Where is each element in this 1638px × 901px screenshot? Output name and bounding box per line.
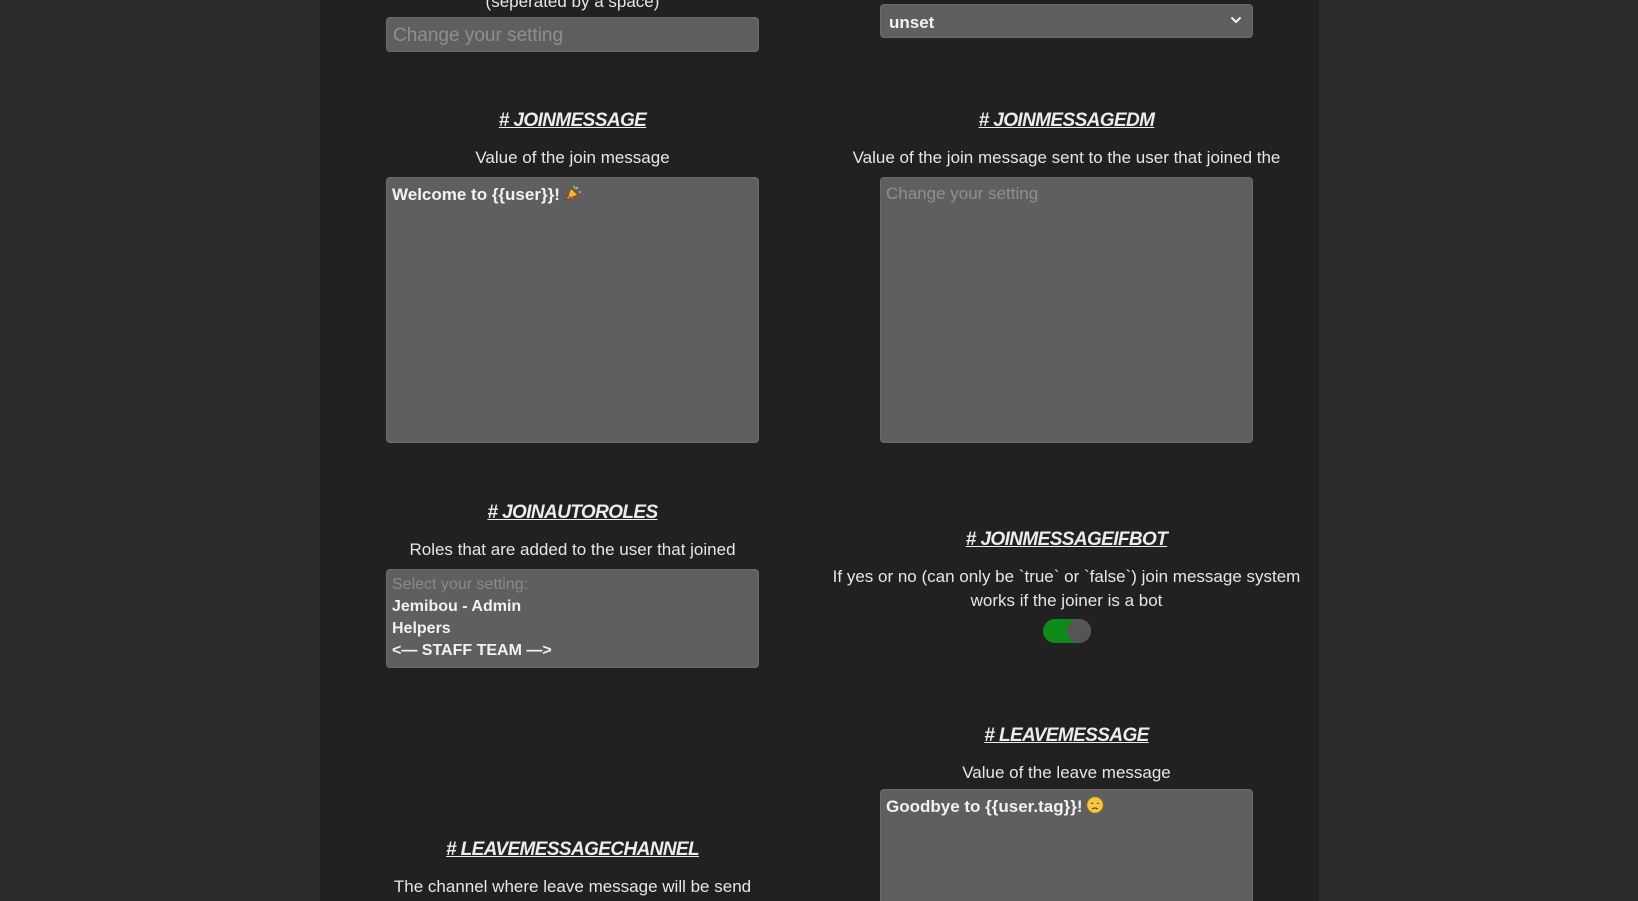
disappointed-face-icon [1087, 796, 1104, 814]
textarea-value: Goodbye to {{user.tag}}! [886, 796, 1104, 817]
setting-description: Value of the leave message [962, 763, 1171, 782]
settings-panel: (seperated by a space) Change your setti… [320, 0, 1319, 901]
textarea-value: Welcome to {{user}}! [392, 184, 582, 205]
setting-title: # JOINMESSAGE [498, 110, 647, 131]
setting-dropdown[interactable]: unset [880, 4, 1253, 38]
chevron-down-icon [1231, 17, 1241, 23]
setting-description: If yes or no (can only be `true` or `fal… [832, 567, 1301, 586]
input-placeholder: Change your setting [393, 25, 564, 46]
role-option[interactable]: Helpers [392, 620, 451, 638]
party-popper-icon [564, 185, 582, 201]
textarea-placeholder: Change your setting [886, 184, 1039, 203]
dropdown-selected-value: unset [889, 13, 935, 32]
joinmessageifbot-toggle[interactable] [1043, 619, 1091, 643]
setting-title: # JOINMESSAGEDM [978, 110, 1155, 131]
setting-description-continued: works if the joiner is a bot [970, 591, 1163, 610]
setting-description: Roles that are added to the user that jo… [409, 540, 736, 559]
page-background: (seperated by a space) Change your setti… [0, 0, 1638, 901]
setting-input[interactable]: Change your setting [386, 17, 759, 52]
role-option[interactable]: <— STAFF TEAM —> [392, 642, 552, 660]
setting-description: The channel where leave message will be … [393, 877, 752, 896]
multiselect-placeholder: Select your setting: [392, 576, 529, 593]
toggle-knob [1067, 619, 1091, 643]
joinmessagedm-textarea[interactable]: Change your setting [880, 177, 1253, 443]
setting-title: # JOINMESSAGEIFBOT [965, 529, 1168, 550]
setting-title: # LEAVEMESSAGECHANNEL [445, 839, 700, 860]
leavemessage-textarea[interactable]: Goodbye to {{user.tag}}! [880, 789, 1253, 901]
setting-description: Value of the join message [475, 148, 670, 167]
setting-title: # JOINAUTOROLES [487, 502, 658, 523]
setting-title: # LEAVEMESSAGE [984, 725, 1149, 746]
setting-description: (seperated by a space) [485, 0, 660, 11]
joinautoroles-multiselect[interactable]: Select your setting: Jemibou - Admin Hel… [386, 569, 759, 668]
joinmessage-textarea[interactable]: Welcome to {{user}}! [386, 177, 759, 443]
role-option[interactable]: Jemibou - Admin [392, 598, 521, 616]
